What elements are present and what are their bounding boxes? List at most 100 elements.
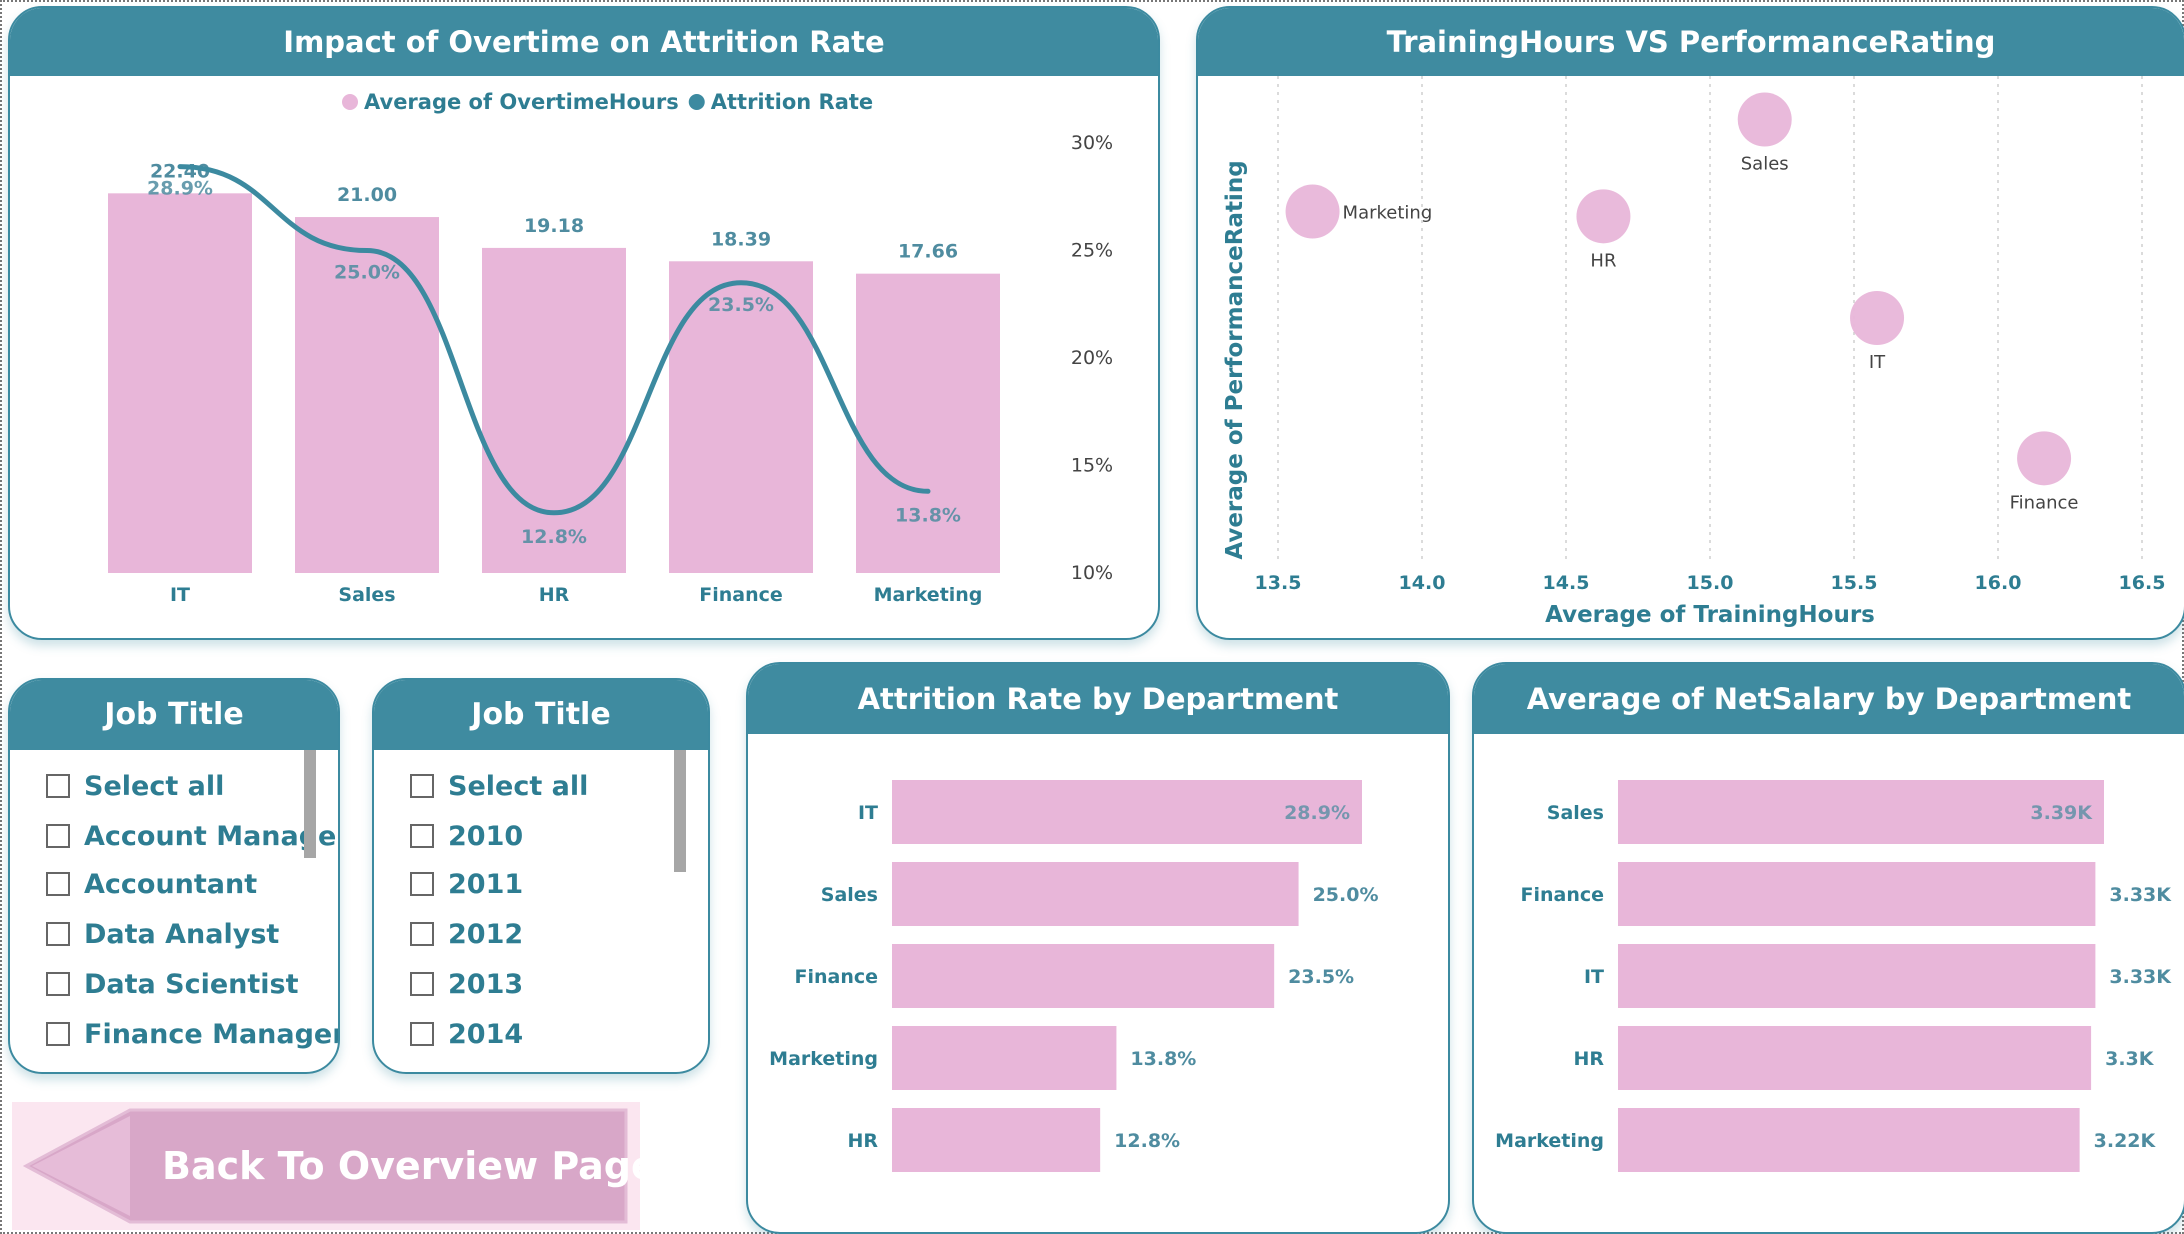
x-tick-label: 16.5 <box>2119 572 2166 594</box>
bubble-hr <box>1576 189 1631 244</box>
checkbox[interactable] <box>410 872 434 896</box>
y-tick-label: Sales <box>1547 802 1604 824</box>
y-tick-label: Marketing <box>769 1048 878 1070</box>
y2-tick-label: 15% <box>1071 455 1113 477</box>
bar-data-label: 12.8% <box>1114 1130 1180 1152</box>
checkbox[interactable] <box>410 1022 434 1046</box>
slicer-option-select-all[interactable]: Select all <box>410 766 588 806</box>
x-tick-label: Finance <box>699 584 783 606</box>
slicer-option-2011[interactable]: 2011 <box>410 864 523 904</box>
line-data-label: 25.0% <box>334 262 400 284</box>
x-tick-label: Sales <box>338 584 395 606</box>
slicer-option-2012[interactable]: 2012 <box>410 914 523 954</box>
bar-hr <box>482 247 626 574</box>
training-performance-chart[interactable]: 13.5 14.0 14.5 15.0 15.5 16.0 16.5 Average of T… <box>1198 8 2184 638</box>
bar-data-label: 13.8% <box>1130 1048 1196 1070</box>
checkbox[interactable] <box>410 972 434 996</box>
salary-department-chart[interactable]: Sales 3.39K Finance 3.33K IT 3.33K HR 3.3K Marke… <box>1474 664 2184 1232</box>
slicer-option-label: Account Manage <box>84 820 337 852</box>
y-tick-label: IT <box>1584 966 1604 988</box>
checkbox[interactable] <box>46 1022 70 1046</box>
slicer-option-finance-manager[interactable]: Finance Manager <box>46 1014 340 1054</box>
attrition-department-chart[interactable]: IT 28.9% Sales 25.0% Finance 23.5% Marketing 13… <box>748 664 1448 1232</box>
slicer-option-2014[interactable]: 2014 <box>410 1014 523 1054</box>
y2-tick-label: 30% <box>1071 132 1113 154</box>
y-tick-label: IT <box>858 802 878 824</box>
y-tick-label: Finance <box>1520 884 1604 906</box>
overtime-attrition-chart[interactable]: Average of OvertimeHours Attrition Rate 30… <box>10 8 1158 638</box>
bar-marketing <box>1618 1108 2080 1172</box>
y-axis-title: Average of PerformanceRating <box>1222 160 1248 559</box>
bar-sales <box>892 862 1299 926</box>
line-data-label: 23.5% <box>708 294 774 316</box>
overtime-attrition-card: Impact of Overtime on Attrition Rate Ave… <box>8 6 1160 640</box>
bubble-label: Finance <box>2010 492 2079 513</box>
checkbox[interactable] <box>410 824 434 848</box>
legend-marker-attrition <box>688 94 705 110</box>
slicer-option-label: Select all <box>84 770 225 802</box>
year-slicer: Job Title Select all 2010 2011 2012 2013… <box>372 678 710 1074</box>
report-page: Impact of Overtime on Attrition Rate Ave… <box>0 0 2184 1234</box>
slicer-option-label: Data Scientist <box>84 968 299 1000</box>
slicer-option-label: 2013 <box>448 968 524 1000</box>
slicer-option-label: Select all <box>448 770 589 802</box>
bubble-sales <box>1737 92 1792 147</box>
slicer-option-label: Accountant <box>84 868 258 900</box>
training-performance-card: TrainingHours VS PerformanceRating 13.5 1… <box>1196 6 2184 640</box>
bar-data-label: 3.39K <box>2030 802 2093 824</box>
bar-hr <box>892 1108 1101 1172</box>
back-to-overview-button[interactable]: Back To Overview Page <box>12 1102 657 1230</box>
slicer-option-label: 2014 <box>448 1018 524 1050</box>
slicer-scrollbar[interactable] <box>304 750 316 858</box>
bar-data-label: 3.22K <box>2094 1130 2157 1152</box>
bar-marketing <box>892 1026 1117 1090</box>
y-tick-label: HR <box>847 1130 878 1152</box>
slicer-option-label: Finance Manager <box>84 1018 340 1050</box>
bar-data-label: 25.0% <box>1313 884 1379 906</box>
bar-data-label: 23.5% <box>1288 966 1354 988</box>
checkbox[interactable] <box>46 972 70 996</box>
bubble-label: IT <box>1869 352 1886 373</box>
y-tick-label: HR <box>1573 1048 1604 1070</box>
bar-data-label: 3.33K <box>2109 966 2172 988</box>
line-data-label: 28.9% <box>147 178 213 200</box>
checkbox[interactable] <box>46 774 70 798</box>
job-title-slicer-title: Job Title <box>10 680 338 750</box>
slicer-option-2013[interactable]: 2013 <box>410 964 523 1004</box>
checkbox[interactable] <box>46 922 70 946</box>
bar-marketing <box>856 273 1000 573</box>
slicer-option-label: 2011 <box>448 868 524 900</box>
y-tick-label: Sales <box>821 884 878 906</box>
slicer-option-account-manager[interactable]: Account Manage <box>46 816 336 856</box>
x-axis-title: Average of TrainingHours <box>1545 602 1875 628</box>
bar-data-label: 18.39 <box>711 228 771 250</box>
slicer-option-data-scientist[interactable]: Data Scientist <box>46 964 299 1004</box>
bar-data-label: 3.33K <box>2109 884 2172 906</box>
bubble-it <box>1850 291 1905 345</box>
slicer-option-data-analyst[interactable]: Data Analyst <box>46 914 279 954</box>
checkbox[interactable] <box>410 922 434 946</box>
checkbox[interactable] <box>410 774 434 798</box>
slicer-scrollbar[interactable] <box>674 750 686 872</box>
checkbox[interactable] <box>46 824 70 848</box>
checkbox[interactable] <box>46 872 70 896</box>
slicer-option-accountant[interactable]: Accountant <box>46 864 257 904</box>
legend-label-attrition: Attrition Rate <box>711 90 873 114</box>
bar-it <box>108 193 252 573</box>
attrition-department-card: Attrition Rate by Department IT 28.9% Sale… <box>746 662 1450 1234</box>
bubble-label: HR <box>1590 250 1616 271</box>
slicer-option-select-all[interactable]: Select all <box>46 766 224 806</box>
line-data-label: 13.8% <box>895 504 961 526</box>
x-tick-label: HR <box>539 584 570 606</box>
slicer-option-2010[interactable]: 2010 <box>410 816 523 856</box>
legend-label-overtime: Average of OvertimeHours <box>364 90 679 114</box>
year-slicer-title: Job Title <box>374 680 708 750</box>
bar-finance <box>1618 862 2096 926</box>
bar-finance <box>892 944 1275 1008</box>
bar-hr <box>1618 1026 2092 1090</box>
y2-tick-label: 20% <box>1071 347 1113 369</box>
salary-department-card: Average of NetSalary by Department Sales… <box>1472 662 2184 1234</box>
bubble-marketing <box>1285 184 1340 239</box>
x-tick-label: IT <box>170 584 190 606</box>
x-tick-label: Marketing <box>874 584 983 606</box>
